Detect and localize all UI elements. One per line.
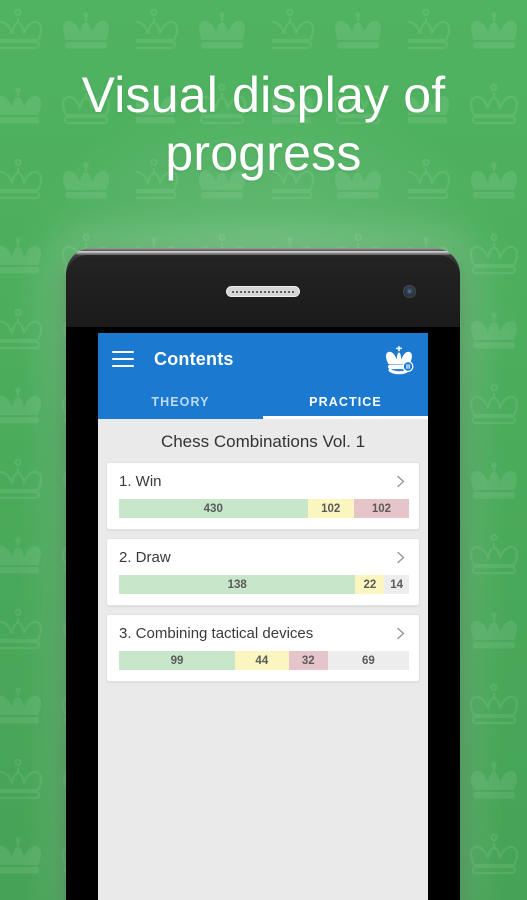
app-bar-title: Contents: [154, 348, 234, 369]
chapter-card[interactable]: 1. Win 430 102 102: [106, 462, 420, 530]
progress-segment-rest: 69: [327, 651, 409, 670]
tab-practice[interactable]: PRACTICE: [263, 385, 428, 419]
chapter-label: 2. Draw: [119, 549, 171, 566]
progress-segment-partial: 102: [307, 499, 354, 518]
app-bar-main-row: Contents: [98, 333, 428, 385]
chapter-card-header: 2. Draw: [119, 549, 409, 566]
chapter-progress-bar: 430 102 102: [119, 499, 409, 518]
promo-headline-line-1: Visual display of: [81, 67, 446, 123]
chapter-card-header: 1. Win: [119, 473, 409, 490]
front-camera-icon: [403, 285, 416, 298]
tab-theory-label: THEORY: [151, 395, 210, 409]
progress-segment-rest: 14: [384, 575, 409, 594]
app-screen: Contents THEORY PRACTICE Chess Combinati…: [98, 333, 428, 900]
progress-segment-partial: 22: [355, 575, 385, 594]
phone-top-chrome-strip: [76, 251, 450, 255]
progress-segment-solved: 99: [119, 651, 235, 670]
chevron-right-icon: [397, 551, 405, 564]
progress-segment-solved: 430: [119, 499, 308, 518]
chapter-progress-bar: 138 22 14: [119, 575, 409, 594]
promo-headline-line-2: progress: [165, 125, 362, 181]
app-bar: Contents THEORY PRACTICE: [98, 333, 428, 419]
chess-king-crown-icon[interactable]: [382, 343, 416, 375]
progress-segment-solved: 138: [119, 575, 356, 594]
promo-headline: Visual display of progress: [0, 66, 527, 182]
tab-practice-label: PRACTICE: [309, 395, 382, 409]
tab-theory[interactable]: THEORY: [98, 385, 263, 419]
hamburger-menu-icon[interactable]: [112, 351, 134, 367]
progress-segment-failed: 102: [353, 499, 409, 518]
progress-segment-partial: 44: [235, 651, 289, 670]
phone-mockup: Contents THEORY PRACTICE Chess Combinati…: [66, 248, 460, 900]
content-area: Chess Combinations Vol. 1 1. Win 430 102 10…: [98, 419, 428, 900]
progress-segment-failed: 32: [288, 651, 328, 670]
speaker-grille-icon: [226, 286, 300, 297]
chapter-card[interactable]: 2. Draw 138 22 14: [106, 538, 420, 606]
chapter-label: 3. Combining tactical devices: [119, 625, 314, 642]
chapter-card-header: 3. Combining tactical devices: [119, 625, 409, 642]
chapter-card[interactable]: 3. Combining tactical devices 99 44 32 69: [106, 614, 420, 682]
chevron-right-icon: [397, 475, 405, 488]
chapter-list: 1. Win 430 102 102 2. Draw 138 22 14 3. Combinin…: [106, 462, 420, 682]
chapter-label: 1. Win: [119, 473, 162, 490]
chapter-progress-bar: 99 44 32 69: [119, 651, 409, 670]
chevron-right-icon: [397, 627, 405, 640]
book-title: Chess Combinations Vol. 1: [160, 432, 366, 451]
tab-bar: THEORY PRACTICE: [98, 385, 428, 419]
